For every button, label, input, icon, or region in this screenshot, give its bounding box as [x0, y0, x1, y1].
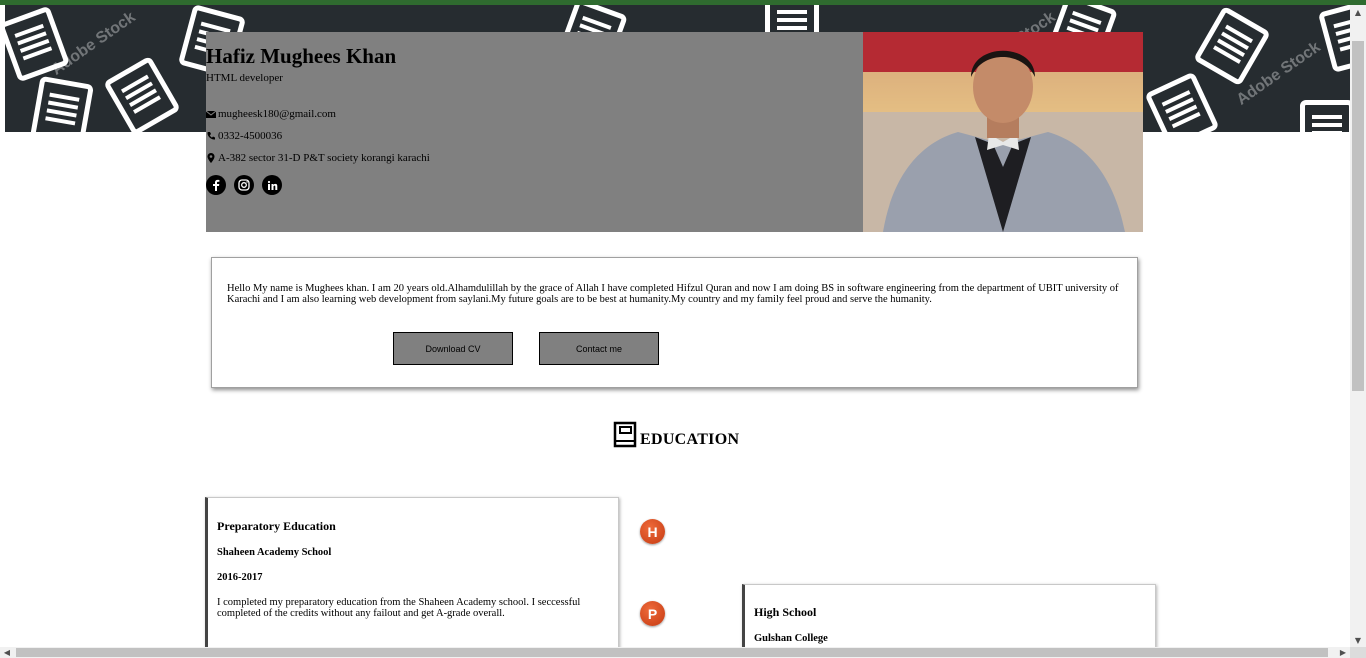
download-cv-button[interactable]: Download CV	[393, 332, 513, 365]
email-row: mugheesk180@gmail.com	[206, 108, 336, 120]
education-card-preparatory: Preparatory Education Shaheen Academy Sc…	[205, 497, 619, 654]
profile-panel: Hafiz Mughees Khan HTML developer mughee…	[206, 32, 863, 232]
scroll-down-arrow-icon[interactable]: ▼	[1350, 633, 1366, 647]
about-section: Hello My name is Mughees khan. I am 20 y…	[211, 257, 1138, 388]
social-links	[206, 175, 282, 195]
book-icon	[613, 421, 637, 448]
profile-role: HTML developer	[206, 72, 283, 84]
address-text: A-382 sector 31-D P&T society korangi ka…	[218, 152, 430, 164]
scroll-left-arrow-icon[interactable]: ◀	[0, 647, 14, 658]
card-school: Shaheen Academy School	[217, 547, 332, 558]
document-icon	[1300, 100, 1350, 132]
contact-me-button[interactable]: Contact me	[539, 332, 659, 365]
education-heading: EDUCATION	[613, 421, 739, 449]
card-description: I completed my preparatory education fro…	[217, 597, 581, 619]
scrollbar-corner	[1350, 647, 1366, 658]
education-card-high-school: High School Gulshan College	[742, 584, 1156, 656]
vertical-scrollbar[interactable]: ▲ ▼	[1350, 5, 1366, 647]
timeline-badge-h: H	[640, 519, 665, 544]
horizontal-scroll-thumb[interactable]	[16, 648, 1328, 657]
profile-name: Hafiz Mughees Khan	[206, 44, 397, 68]
document-icon	[1144, 71, 1220, 132]
scroll-right-arrow-icon[interactable]: ▶	[1336, 647, 1350, 658]
phone-row: 0332-4500036	[206, 130, 282, 142]
document-icon	[1317, 5, 1350, 73]
envelope-icon	[206, 110, 216, 118]
document-icon	[1193, 5, 1271, 87]
instagram-icon[interactable]	[234, 175, 254, 195]
document-icon	[103, 55, 181, 132]
phone-text[interactable]: 0332-4500036	[218, 130, 282, 142]
card-title: High School	[754, 605, 817, 619]
facebook-icon[interactable]	[206, 175, 226, 195]
card-years: 2016-2017	[217, 572, 263, 583]
about-text: Hello My name is Mughees khan. I am 20 y…	[227, 283, 1119, 305]
phone-icon	[207, 132, 215, 140]
timeline-badge-p: P	[640, 601, 665, 626]
card-title: Preparatory Education	[217, 519, 336, 533]
horizontal-scrollbar[interactable]: ◀ ▶	[0, 647, 1350, 658]
education-heading-text: EDUCATION	[640, 431, 740, 448]
linkedin-icon[interactable]	[262, 175, 282, 195]
address-row: A-382 sector 31-D P&T society korangi ka…	[206, 152, 430, 164]
vertical-scroll-thumb[interactable]	[1352, 41, 1364, 391]
profile-photo	[863, 32, 1143, 232]
location-pin-icon	[207, 153, 215, 163]
email-text[interactable]: mugheesk180@gmail.com	[218, 108, 336, 120]
document-icon	[30, 75, 94, 132]
card-school: Gulshan College	[754, 633, 828, 644]
scroll-up-arrow-icon[interactable]: ▲	[1350, 5, 1366, 19]
